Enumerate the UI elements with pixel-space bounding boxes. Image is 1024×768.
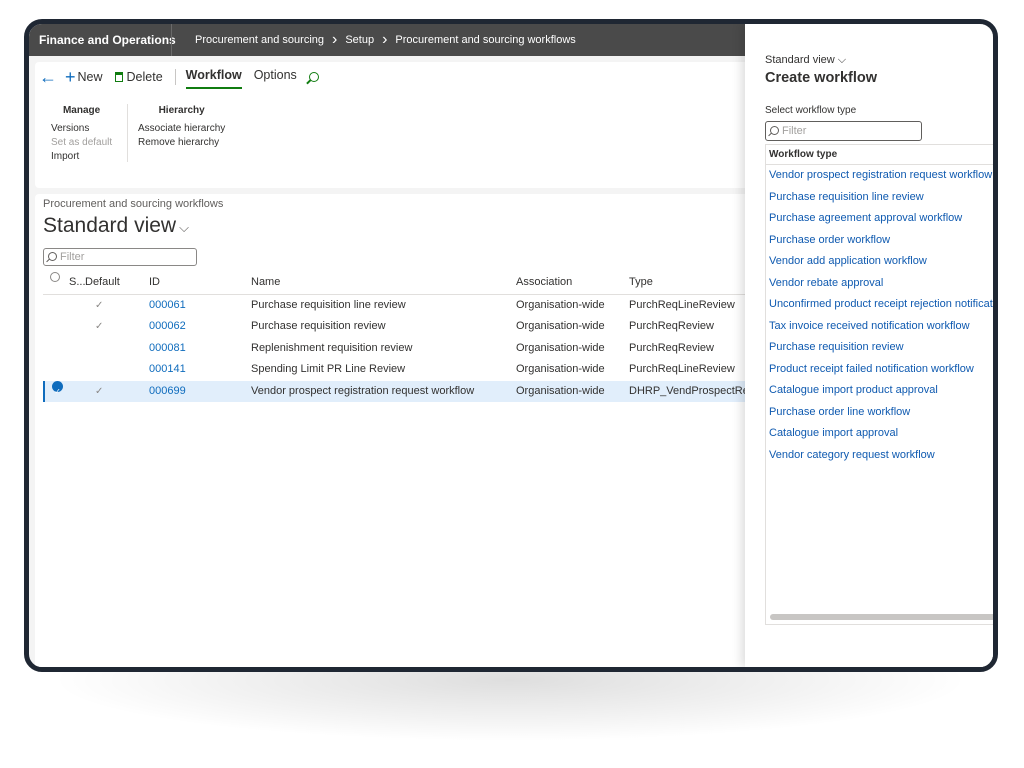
check-circle-icon[interactable]: ✓ <box>52 380 63 396</box>
row-type: DHRP_VendProspectRe <box>629 384 749 397</box>
toolbar-divider <box>174 69 176 85</box>
default-check: ✓ <box>95 299 104 311</box>
page-title: Standard view <box>43 214 177 237</box>
workflow-type-filter-placeholder: Filter <box>782 125 807 137</box>
workflow-type-item[interactable]: Unconfirmed product receipt rejection no… <box>766 294 993 316</box>
breadcrumb-item[interactable]: Setup <box>345 24 374 56</box>
row-name: Vendor prospect registration request wor… <box>251 384 475 397</box>
row-type: PurchReqLineReview <box>629 363 735 375</box>
workflow-type-item[interactable]: Vendor category request workflow <box>766 445 993 467</box>
ribbon-versions-button[interactable]: Versions <box>51 122 112 136</box>
delete-button-label: Delete <box>126 70 163 84</box>
row-id-link[interactable]: 000062 <box>149 316 186 337</box>
breadcrumb-item[interactable]: Procurement and sourcing workflows <box>395 24 575 56</box>
panel-view-label: Standard view <box>765 54 835 66</box>
column-header-name[interactable]: Name <box>251 272 280 293</box>
column-header-status[interactable]: S... <box>69 272 86 293</box>
row-association: Organisation-wide <box>516 363 605 375</box>
grid-filter-placeholder: Filter <box>60 251 85 263</box>
row-id-link[interactable]: 000699 <box>149 381 186 402</box>
column-header-id[interactable]: ID <box>149 272 160 293</box>
trash-icon <box>114 72 123 82</box>
workflow-type-item[interactable]: Product receipt failed notification work… <box>766 359 993 381</box>
ribbon-group-title: Manage <box>62 105 101 116</box>
tab-workflow[interactable]: Workflow <box>185 68 242 89</box>
column-header-default[interactable]: Default <box>85 272 120 293</box>
select-all-radio[interactable] <box>50 272 60 282</box>
row-association: Organisation-wide <box>516 320 605 332</box>
ribbon-import-button[interactable]: Import <box>51 150 112 164</box>
row-association: Organisation-wide <box>516 384 605 397</box>
search-button[interactable] <box>308 72 319 82</box>
row-type: PurchReqReview <box>629 320 714 332</box>
row-type: PurchReqReview <box>629 341 714 354</box>
ribbon-set-default-button[interactable]: Set as default <box>51 136 112 150</box>
row-id-link[interactable]: 000061 <box>149 295 186 316</box>
search-icon <box>308 72 319 82</box>
workflow-type-column-header[interactable]: Workflow type <box>766 145 993 165</box>
workflow-type-item[interactable]: Tax invoice received notification workfl… <box>766 316 993 338</box>
ribbon-associate-hierarchy-button[interactable]: Associate hierarchy <box>138 122 225 136</box>
create-workflow-panel: Standard view ⌵ Create workflow Select w… <box>745 24 993 667</box>
workflow-type-item[interactable]: Catalogue import product approval <box>766 380 993 402</box>
workflow-type-list: Workflow type Vendor prospect registrati… <box>765 144 993 625</box>
topbar-divider <box>171 24 172 56</box>
row-name: Replenishment requisition review <box>251 341 413 354</box>
breadcrumb-item[interactable]: Procurement and sourcing <box>195 24 324 56</box>
tab-options[interactable]: Options <box>254 68 297 86</box>
workflow-type-item[interactable]: Purchase agreement approval workflow <box>766 208 993 230</box>
delete-button[interactable]: Delete <box>114 70 163 84</box>
workflow-type-item[interactable]: Vendor add application workflow <box>766 251 993 273</box>
horizontal-scrollbar[interactable] <box>770 614 993 620</box>
row-name: Purchase requisition line review <box>251 298 406 311</box>
app-title[interactable]: Finance and Operations <box>39 24 176 56</box>
default-check: ✓ <box>95 321 104 332</box>
workflow-type-item[interactable]: Purchase requisition line review <box>766 187 993 209</box>
ribbon-group-title: Hierarchy <box>158 105 205 116</box>
back-arrow-icon[interactable]: ← <box>39 68 57 86</box>
row-name: Spending Limit PR Line Review <box>251 363 406 375</box>
default-check: ✓ <box>95 385 104 397</box>
chevron-right-icon: › <box>382 31 388 48</box>
panel-title: Create workflow <box>765 70 877 86</box>
search-icon <box>48 252 57 261</box>
workflow-type-filter-input[interactable]: Filter <box>765 121 922 141</box>
workflow-type-item[interactable]: Purchase order workflow <box>766 230 993 252</box>
column-header-type[interactable]: Type <box>629 272 653 293</box>
view-selector[interactable]: Standard view ⌵ <box>43 214 189 238</box>
app-window: Finance and Operations Procurement and s… <box>24 19 998 672</box>
column-header-association[interactable]: Association <box>516 272 572 293</box>
ribbon-remove-hierarchy-button[interactable]: Remove hierarchy <box>138 136 225 150</box>
row-association: Organisation-wide <box>516 341 605 354</box>
chevron-down-icon: ⌵ <box>837 54 847 66</box>
grid-filter-input[interactable]: Filter <box>43 248 197 266</box>
ribbon-group-manage: Manage Versions Set as default Import <box>51 104 112 164</box>
action-pane-toolbar: ← + New Delete Workflow Options <box>39 68 331 89</box>
row-id-link[interactable]: 000081 <box>149 338 186 359</box>
workflow-type-item[interactable]: Vendor prospect registration request wor… <box>766 165 993 187</box>
workflow-type-item[interactable]: Catalogue import approval <box>766 423 993 445</box>
plus-icon: + <box>65 67 76 87</box>
panel-view-selector[interactable]: Standard view ⌵ <box>765 54 846 67</box>
chevron-down-icon: ⌵ <box>179 220 189 235</box>
ribbon-group-hierarchy: Hierarchy Associate hierarchy Remove hie… <box>138 104 225 150</box>
page-subtitle: Procurement and sourcing workflows <box>43 198 224 210</box>
row-association: Organisation-wide <box>516 298 605 311</box>
new-button[interactable]: + New <box>65 68 103 86</box>
workflow-type-label: Select workflow type <box>765 105 857 116</box>
breadcrumb: Procurement and sourcing › Setup › Procu… <box>195 24 576 56</box>
workflow-type-item[interactable]: Purchase order line workflow <box>766 402 993 424</box>
search-icon <box>770 126 779 135</box>
workflow-type-item[interactable]: Purchase requisition review <box>766 337 993 359</box>
row-type: PurchReqLineReview <box>629 298 735 311</box>
workflow-type-item[interactable]: Vendor rebate approval <box>766 273 993 295</box>
new-button-label: New <box>77 70 103 84</box>
chevron-right-icon: › <box>332 31 338 48</box>
ribbon-divider <box>127 104 128 162</box>
row-id-link[interactable]: 000141 <box>149 359 186 380</box>
row-name: Purchase requisition review <box>251 320 386 332</box>
